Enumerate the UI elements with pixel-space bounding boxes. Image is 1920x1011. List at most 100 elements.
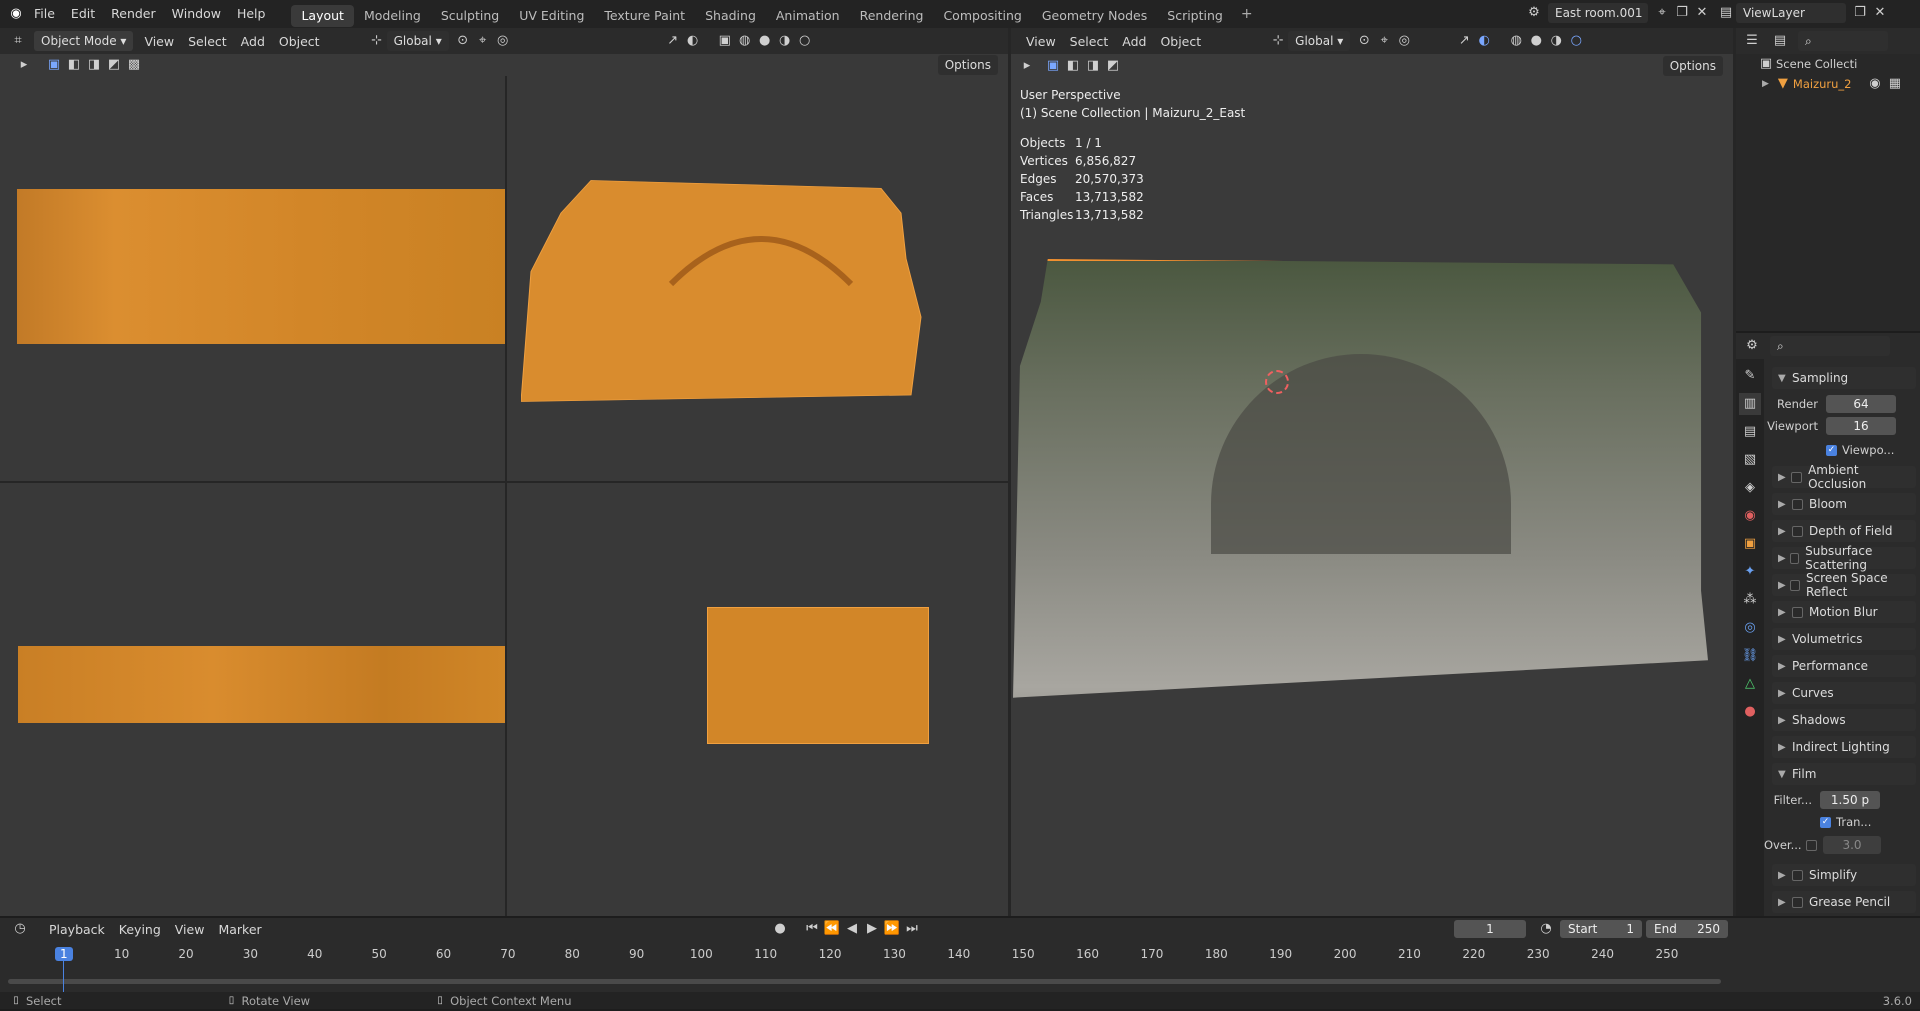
scene-icon[interactable]: ⚙ xyxy=(1524,3,1544,23)
panel-depth-of-field[interactable]: ▶ Depth of Field xyxy=(1772,520,1916,542)
view-layer-icon[interactable]: ▤ xyxy=(1716,3,1736,23)
transform-orientation-dropdown[interactable]: Global ▾ xyxy=(1288,31,1351,51)
world-tab-icon[interactable]: ◉ xyxy=(1739,505,1761,527)
timeline-menu-view[interactable]: View xyxy=(168,922,212,937)
outliner-scene-collection[interactable]: ▣ Scene Collecti xyxy=(1736,54,1920,74)
new-view-layer-icon[interactable]: ❐ xyxy=(1850,3,1870,23)
render-tab-icon[interactable]: ▥ xyxy=(1739,393,1761,415)
scene-tab-icon[interactable]: ◈ xyxy=(1739,477,1761,499)
current-frame-field[interactable]: 1 xyxy=(1454,920,1526,938)
rendered-shading-icon[interactable]: ○ xyxy=(795,31,815,51)
xray-icon[interactable]: ▣ xyxy=(715,31,735,51)
snap-icon[interactable]: ⌖ xyxy=(1374,31,1394,51)
gizmo-icon[interactable]: ↗ xyxy=(1454,31,1474,51)
tab-compositing[interactable]: Compositing xyxy=(933,5,1031,27)
wireframe-shading-icon[interactable]: ◍ xyxy=(1506,31,1526,51)
transform-orientation-dropdown[interactable]: Global ▾ xyxy=(386,31,449,51)
left-menu-view[interactable]: View xyxy=(137,34,181,49)
panel-performance[interactable]: ▶ Performance xyxy=(1772,655,1916,677)
timeline-editor-icon[interactable]: ◷ xyxy=(10,919,30,939)
particles-tab-icon[interactable]: ⁂ xyxy=(1739,589,1761,611)
tab-uv-editing[interactable]: UV Editing xyxy=(509,5,594,27)
view-layer-field[interactable]: ViewLayer xyxy=(1736,3,1846,23)
proportional-edit-icon[interactable]: ◎ xyxy=(493,31,513,51)
right-menu-object[interactable]: Object xyxy=(1153,34,1208,49)
mode-dropdown[interactable]: Object Mode ▾ xyxy=(34,31,134,51)
transform-orientation-icon[interactable]: ⊹ xyxy=(1268,31,1288,51)
viewport-denoise-checkbox[interactable]: ✓ Viewpo... xyxy=(1764,440,1920,460)
panel-checkbox[interactable] xyxy=(1792,525,1803,537)
modifier-tab-icon[interactable]: ✦ xyxy=(1739,561,1761,583)
panel-screen-space-reflect[interactable]: ▶ Screen Space Reflect xyxy=(1772,571,1916,599)
viewport-top-left[interactable] xyxy=(0,76,505,481)
panel-simplify[interactable]: ▶ Simplify xyxy=(1772,864,1916,886)
right-options-button[interactable]: Options xyxy=(1662,56,1723,76)
end-frame-field[interactable]: End 250 xyxy=(1646,920,1728,938)
solid-shading-icon[interactable]: ● xyxy=(755,31,775,51)
snap-icon[interactable]: ⌖ xyxy=(473,31,493,51)
panel-checkbox[interactable] xyxy=(1792,498,1803,510)
panel-checkbox[interactable] xyxy=(1790,579,1800,591)
menu-edit[interactable]: Edit xyxy=(63,0,103,28)
select-tool-icon[interactable]: ▸ xyxy=(1017,56,1037,76)
overlay-icon[interactable]: ◐ xyxy=(1474,31,1494,51)
gizmo-icon[interactable]: ↗ xyxy=(663,31,683,51)
viewport-bottom-right[interactable] xyxy=(507,483,1008,916)
viewport-top-right[interactable] xyxy=(507,76,1008,481)
pin-icon[interactable]: ⌖ xyxy=(1652,3,1672,23)
record-icon[interactable]: ● xyxy=(770,919,790,939)
blender-logo-icon[interactable]: ◉ xyxy=(6,4,26,24)
tab-animation[interactable]: Animation xyxy=(766,5,850,27)
film-panel[interactable]: ▼ Film xyxy=(1772,763,1916,785)
select-box-icon[interactable]: ▣ xyxy=(1043,56,1063,76)
play-reverse-icon[interactable]: ◀ xyxy=(842,919,862,939)
tab-scripting[interactable]: Scripting xyxy=(1157,5,1233,27)
expand-icon[interactable]: ▶ xyxy=(1762,79,1769,89)
left-options-button[interactable]: Options xyxy=(937,55,998,75)
transform-orientation-icon[interactable]: ⊹ xyxy=(367,31,387,51)
tab-geometry-nodes[interactable]: Geometry Nodes xyxy=(1032,5,1157,27)
eye-icon[interactable]: ◉ xyxy=(1865,74,1885,94)
right-menu-view[interactable]: View xyxy=(1019,34,1063,49)
select-box-icon[interactable]: ▣ xyxy=(44,55,64,75)
viewport-samples-field[interactable]: 16 xyxy=(1826,417,1896,435)
filter-size-field[interactable]: 1.50 p xyxy=(1820,791,1880,809)
properties-search[interactable]: ⌕ xyxy=(1770,336,1890,356)
solid-shading-icon[interactable]: ● xyxy=(1526,31,1546,51)
properties-editor-icon[interactable]: ⚙ xyxy=(1742,336,1762,356)
select-subtract-icon[interactable]: ◨ xyxy=(1083,56,1103,76)
panel-shadows[interactable]: ▶ Shadows xyxy=(1772,709,1916,731)
panel-checkbox[interactable] xyxy=(1791,471,1803,483)
outliner-search[interactable]: ⌕ xyxy=(1798,31,1888,51)
overscan-checkbox[interactable] xyxy=(1806,839,1817,851)
left-menu-add[interactable]: Add xyxy=(234,34,272,49)
rendered-shading-icon[interactable]: ○ xyxy=(1566,31,1586,51)
menu-render[interactable]: Render xyxy=(103,0,164,28)
select-invert-icon[interactable]: ◩ xyxy=(104,55,124,75)
select-extend-icon[interactable]: ◧ xyxy=(64,55,84,75)
select-intersect-icon[interactable]: ▩ xyxy=(124,55,144,75)
panel-curves[interactable]: ▶ Curves xyxy=(1772,682,1916,704)
tab-sculpting[interactable]: Sculpting xyxy=(431,5,509,27)
tab-texture-paint[interactable]: Texture Paint xyxy=(594,5,695,27)
right-menu-add[interactable]: Add xyxy=(1115,34,1153,49)
panel-ambient-occlusion[interactable]: ▶ Ambient Occlusion xyxy=(1772,463,1916,491)
jump-end-icon[interactable]: ⏭ xyxy=(902,919,922,939)
add-workspace-button[interactable]: + xyxy=(1241,6,1253,22)
overscan-field[interactable]: 3.0 xyxy=(1823,836,1881,854)
physics-tab-icon[interactable]: ◎ xyxy=(1739,617,1761,639)
viewport-main-perspective[interactable]: ▸ ▣ ◧ ◨ ◩ Options User Perspective (1) S… xyxy=(1011,54,1733,916)
timeline-menu-marker[interactable]: Marker xyxy=(211,922,268,937)
view-layer-tab-icon[interactable]: ▧ xyxy=(1739,449,1761,471)
outliner-object-row[interactable]: ▶ ▼ Maizuru_2 ◉ ▦ xyxy=(1736,74,1920,94)
outliner-editor-icon[interactable]: ☰ xyxy=(1742,31,1762,51)
render-samples-field[interactable]: 64 xyxy=(1826,395,1896,413)
duplicate-scene-icon[interactable]: ❐ xyxy=(1672,3,1692,23)
panel-volumetrics[interactable]: ▶ Volumetrics xyxy=(1772,628,1916,650)
panel-checkbox[interactable] xyxy=(1792,606,1803,618)
clock-icon[interactable]: ◔ xyxy=(1536,919,1556,939)
prev-keyframe-icon[interactable]: ⏪ xyxy=(822,919,842,939)
viewport-bottom-left[interactable] xyxy=(0,483,505,916)
camera-icon[interactable]: ▦ xyxy=(1885,74,1905,94)
transparent-checkbox[interactable]: ✓ Tran... xyxy=(1764,812,1920,832)
